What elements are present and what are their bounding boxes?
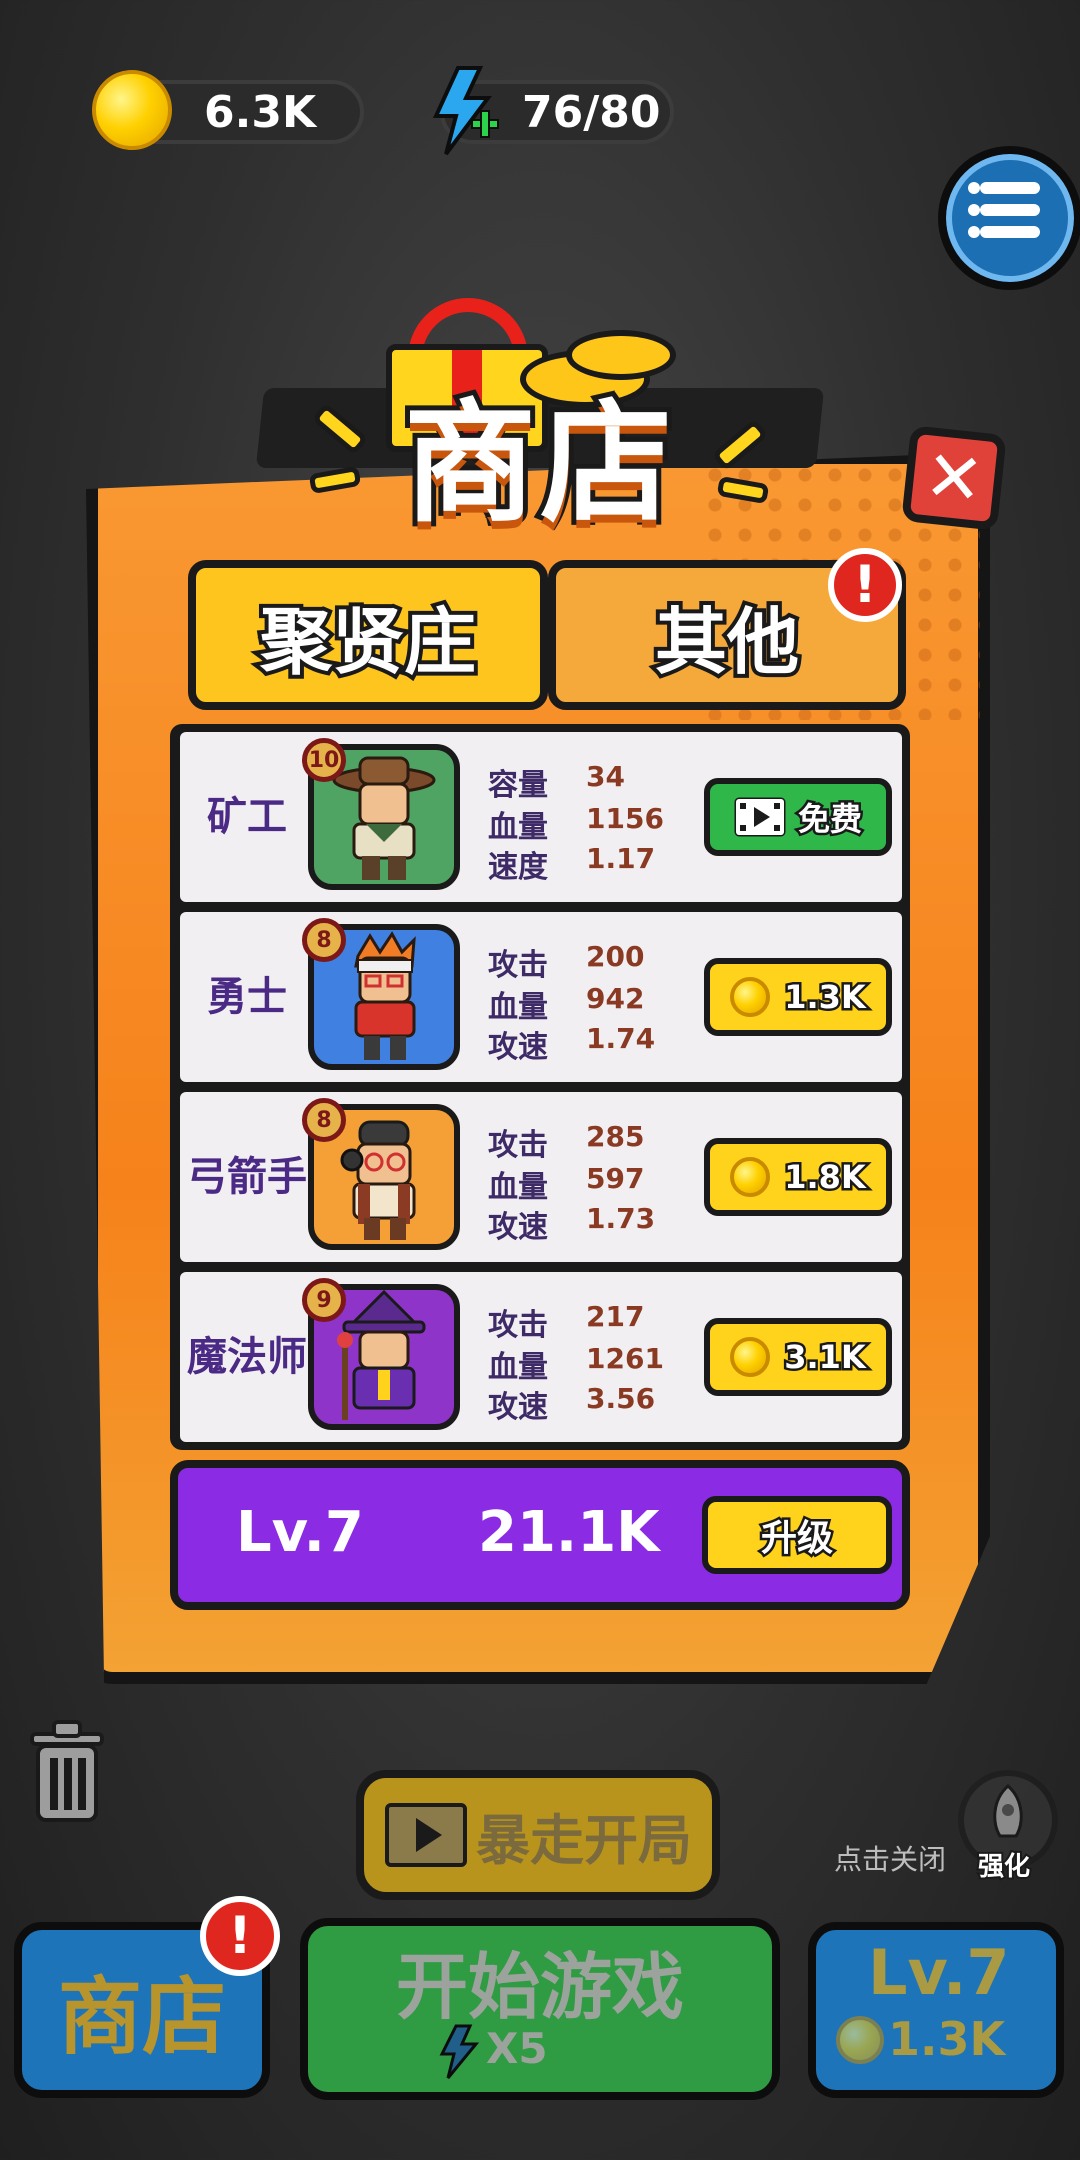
stat-label: 攻速 xyxy=(488,1030,548,1065)
stat-label: 容量 xyxy=(488,768,548,803)
stat-value: 1261 xyxy=(586,1342,664,1375)
close-icon: ✕ xyxy=(920,434,988,522)
stat-value: 1.73 xyxy=(586,1202,656,1235)
stat-value: 217 xyxy=(586,1300,645,1333)
start-energy-cost: X5 xyxy=(486,2024,548,2073)
close-button[interactable]: ✕ xyxy=(901,425,1007,531)
stat-value: 942 xyxy=(586,982,645,1015)
upgrade-cost: 21.1K xyxy=(478,1500,660,1565)
tab-alert-badge: ! xyxy=(828,548,902,622)
stat-label: 攻速 xyxy=(488,1390,548,1425)
stat-value: 200 xyxy=(586,940,645,973)
stat-label: 血量 xyxy=(488,1350,548,1385)
hero-name: 勇士 xyxy=(207,974,287,1020)
hero-name: 矿工 xyxy=(207,794,287,840)
energy-plus-icon[interactable] xyxy=(428,66,502,156)
shop-nav-label: 商店 xyxy=(57,1967,226,2066)
tab-label: 其他 xyxy=(651,596,803,688)
stat-value: 1.17 xyxy=(586,842,656,875)
level-badge: 10 xyxy=(302,738,346,782)
button-label: 升级 xyxy=(758,1516,835,1562)
coin-icon xyxy=(730,1337,771,1377)
video-icon xyxy=(385,1803,467,1867)
video-icon xyxy=(734,797,786,837)
tab-juxianzhuang[interactable]: 聚贤庄 xyxy=(188,560,548,710)
level-label: Lv.7 xyxy=(868,1936,1010,2009)
list-item: 魔法师 9 攻击 217 血量 1261 攻速 3.56 3.1K xyxy=(180,1272,902,1442)
tab-label: 聚贤庄 xyxy=(256,596,480,688)
level-badge: 8 xyxy=(302,918,346,962)
start-game-label: 开始游戏 xyxy=(395,1945,684,2029)
coin-stack-top-icon xyxy=(566,330,676,380)
tap-to-close-hint[interactable]: 点击关闭 xyxy=(834,1838,946,1878)
coin-icon xyxy=(836,2016,884,2064)
stat-label: 攻速 xyxy=(488,1210,548,1245)
dialog-title: 商店 xyxy=(399,382,677,546)
buy-mage-button[interactable]: 3.1K xyxy=(704,1318,892,1396)
rush-label: 暴走开局 xyxy=(476,1808,692,1872)
shop-level: Lv.7 xyxy=(236,1500,364,1565)
stat-label: 血量 xyxy=(488,1170,548,1205)
hero-name: 魔法师 xyxy=(187,1334,307,1380)
button-label: 3.1K xyxy=(782,1336,869,1379)
gold-amount: 6.3K xyxy=(204,86,317,138)
level-badge: 8 xyxy=(302,1098,346,1142)
button-label: 免费 xyxy=(795,798,864,841)
free-video-button[interactable]: 免费 xyxy=(704,778,892,856)
upgrade-button[interactable]: 升级 xyxy=(702,1496,892,1574)
stat-label: 血量 xyxy=(488,990,548,1025)
stat-value: 3.56 xyxy=(586,1382,656,1415)
level-cost: 1.3K xyxy=(888,2012,1006,2066)
menu-icon xyxy=(968,182,980,194)
stat-value: 597 xyxy=(586,1162,645,1195)
stat-label: 攻击 xyxy=(488,948,548,983)
stat-label: 血量 xyxy=(488,810,548,845)
level-badge: 9 xyxy=(302,1278,346,1322)
stat-value: 285 xyxy=(586,1120,645,1153)
stat-label: 攻击 xyxy=(488,1308,548,1343)
boost-label: 强化 xyxy=(976,1850,1032,1884)
shop-alert-badge: ! xyxy=(200,1896,280,1976)
coin-icon xyxy=(730,977,771,1017)
button-label: 1.3K xyxy=(782,976,869,1019)
buy-archer-button[interactable]: 1.8K xyxy=(704,1138,892,1216)
stat-label: 攻击 xyxy=(488,1128,548,1163)
hero-name: 弓箭手 xyxy=(187,1154,307,1200)
list-item: 弓箭手 8 攻击 285 血量 597 攻速 1.73 1.8K xyxy=(180,1092,902,1262)
list-item: 矿工 10 容量 34 血量 1156 速度 1.17 免费 xyxy=(180,732,902,902)
coin-icon xyxy=(730,1157,771,1197)
rush-start-button[interactable]: 暴走开局 xyxy=(356,1770,720,1900)
stat-value: 34 xyxy=(586,760,625,793)
gold-coin-icon xyxy=(92,70,172,150)
energy-icon xyxy=(439,2024,480,2079)
stat-label: 速度 xyxy=(488,850,548,885)
trash-icon[interactable] xyxy=(24,1716,110,1826)
stat-value: 1156 xyxy=(586,802,664,835)
menu-button[interactable] xyxy=(938,146,1080,290)
energy-amount: 76/80 xyxy=(522,86,661,138)
list-item: 勇士 8 攻击 200 血量 942 攻速 1.74 1.3K xyxy=(180,912,902,1082)
buy-warrior-button[interactable]: 1.3K xyxy=(704,958,892,1036)
button-label: 1.8K xyxy=(782,1156,869,1199)
stat-value: 1.74 xyxy=(586,1022,656,1055)
